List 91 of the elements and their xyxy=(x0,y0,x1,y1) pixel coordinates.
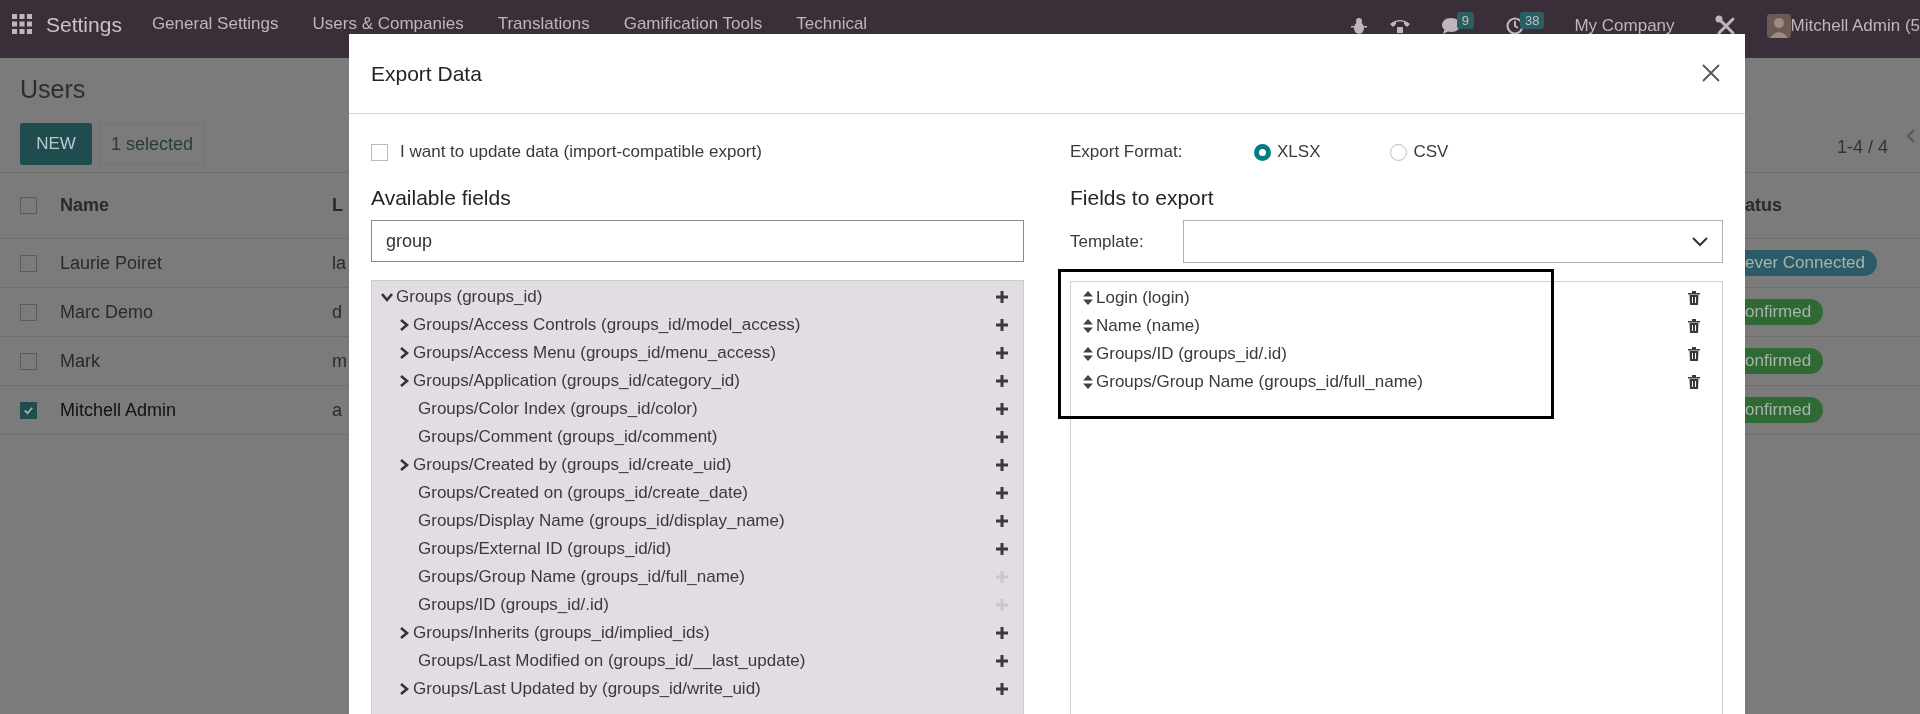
table-cell: d xyxy=(332,301,342,323)
check-icon xyxy=(23,404,34,416)
phone-icon[interactable] xyxy=(1388,18,1411,34)
sort-handle-icon[interactable] xyxy=(1083,291,1093,305)
search-field[interactable]: group xyxy=(371,220,1024,262)
plus-icon[interactable] xyxy=(995,346,1009,360)
table-cell: m xyxy=(332,350,347,372)
plus-icon[interactable] xyxy=(995,318,1009,332)
plus-icon[interactable] xyxy=(995,402,1009,416)
field-label[interactable]: Groups/External ID (groups_id/id) xyxy=(418,539,995,559)
menu-item[interactable]: Technical xyxy=(796,14,868,34)
field-label[interactable]: Groups/Display Name (groups_id/display_name) xyxy=(418,511,995,531)
trash-icon[interactable] xyxy=(1688,347,1700,361)
checkbox[interactable] xyxy=(20,197,37,214)
field-label[interactable]: Groups/Color Index (groups_id/color) xyxy=(418,399,995,419)
avatar-icon[interactable] xyxy=(1766,14,1791,38)
company-switcher[interactable]: My Company xyxy=(1574,16,1675,36)
field-label[interactable]: Groups/Created on (groups_id/create_date) xyxy=(418,483,995,503)
field-label[interactable]: Groups/Last Modified on (groups_id/__last_update) xyxy=(418,651,995,671)
plus-icon[interactable] xyxy=(995,430,1009,444)
export-field[interactable]: Groups/Group Name (groups_id/full_name) xyxy=(1096,372,1688,392)
menu-item[interactable]: Translations xyxy=(497,14,590,34)
field-label[interactable]: Groups/Access Menu (groups_id/menu_access) xyxy=(413,343,995,363)
selection-counter: 1 selected xyxy=(100,123,205,165)
section-heading: Fields to export xyxy=(1070,186,1215,210)
count-badge: 9 xyxy=(1456,11,1474,29)
field-label[interactable]: Groups/Created by (groups_id/create_uid) xyxy=(413,455,995,475)
close-icon xyxy=(1701,62,1721,83)
app-grid-icon[interactable] xyxy=(12,14,32,34)
field-label[interactable]: Groups/Comment (groups_id/comment) xyxy=(418,427,995,447)
plus-icon[interactable] xyxy=(995,682,1009,696)
trash-icon[interactable] xyxy=(1688,375,1700,389)
plus-icon[interactable] xyxy=(995,374,1009,388)
menu-item[interactable]: Gamification Tools xyxy=(623,14,763,34)
plus-icon[interactable] xyxy=(995,654,1009,668)
checkbox-label: I want to update data (import-compatible export) xyxy=(400,142,762,162)
table-cell: Mark xyxy=(60,350,100,372)
tools-icon[interactable] xyxy=(1714,15,1737,37)
table-cell: la xyxy=(332,252,346,274)
trash-icon[interactable] xyxy=(1688,291,1700,305)
checkbox[interactable] xyxy=(20,401,37,419)
sort-handle-icon[interactable] xyxy=(1083,347,1093,361)
export-field[interactable]: Login (login) xyxy=(1096,288,1688,308)
plus-icon[interactable] xyxy=(995,458,1009,472)
plus-icon[interactable] xyxy=(995,486,1009,500)
count-badge: 38 xyxy=(1519,11,1545,29)
new-button[interactable]: NEW xyxy=(20,123,92,165)
plus-icon[interactable] xyxy=(995,626,1009,640)
plus-icon[interactable] xyxy=(995,542,1009,556)
export-field[interactable]: Groups/ID (groups_id/.id) xyxy=(1096,344,1688,364)
plus-icon[interactable] xyxy=(995,290,1009,304)
user-menu[interactable]: Mitchell Admin (5 xyxy=(1790,16,1920,36)
plus-icon[interactable] xyxy=(995,514,1009,528)
field-label[interactable]: Groups/Application (groups_id/category_id) xyxy=(413,371,995,391)
radio-option[interactable]: XLSX xyxy=(1254,142,1321,162)
menu-item[interactable]: Users & Companies xyxy=(312,14,464,34)
export-field[interactable]: Name (name) xyxy=(1096,316,1688,336)
checkbox[interactable] xyxy=(20,303,37,321)
sort-handle-icon[interactable] xyxy=(1083,375,1093,389)
field-label[interactable]: Groups (groups_id) xyxy=(396,287,995,307)
field-label[interactable]: Groups/ID (groups_id/.id) xyxy=(418,595,995,615)
field-label: Export Format: xyxy=(1070,142,1184,162)
chat-icon[interactable] xyxy=(1440,17,1461,35)
checkbox[interactable] xyxy=(20,254,37,272)
chevron-down-icon xyxy=(1692,236,1708,247)
pager-text: 1-4 / 4 xyxy=(1836,137,1888,158)
menu-item[interactable]: General Settings xyxy=(151,14,279,34)
status-badge: ever Connected xyxy=(1745,250,1878,276)
checkbox[interactable] xyxy=(371,143,388,161)
field-label[interactable]: Groups/Last Updated by (groups_id/write_uid) xyxy=(413,679,995,699)
table-cell: Marc Demo xyxy=(60,301,153,323)
dialog-title: Export Data xyxy=(371,61,483,86)
status-badge: onfirmed xyxy=(1745,397,1824,423)
sort-handle-icon[interactable] xyxy=(1083,319,1093,333)
field-label[interactable]: Groups/Group Name (groups_id/full_name) xyxy=(418,567,995,587)
field-label[interactable]: Groups/Access Controls (groups_id/model_access) xyxy=(413,315,995,335)
bug-icon[interactable] xyxy=(1350,17,1367,35)
field-label[interactable]: Groups/Inherits (groups_id/implied_ids) xyxy=(413,623,995,643)
checkbox[interactable] xyxy=(20,352,37,370)
section-heading: Available fields xyxy=(371,186,512,210)
app-title: Settings xyxy=(46,14,122,36)
radio-option[interactable]: CSV xyxy=(1390,142,1449,162)
status-badge: onfirmed xyxy=(1745,299,1824,325)
status-badge: onfirmed xyxy=(1745,348,1824,374)
page-title: Users xyxy=(20,74,86,105)
table-cell: Mitchell Admin xyxy=(60,399,177,421)
table-cell: Laurie Poiret xyxy=(60,252,163,274)
clock-icon[interactable] xyxy=(1505,17,1524,35)
table-cell: a xyxy=(332,399,342,421)
field-label: Template: xyxy=(1070,231,1145,252)
trash-icon[interactable] xyxy=(1688,319,1700,333)
